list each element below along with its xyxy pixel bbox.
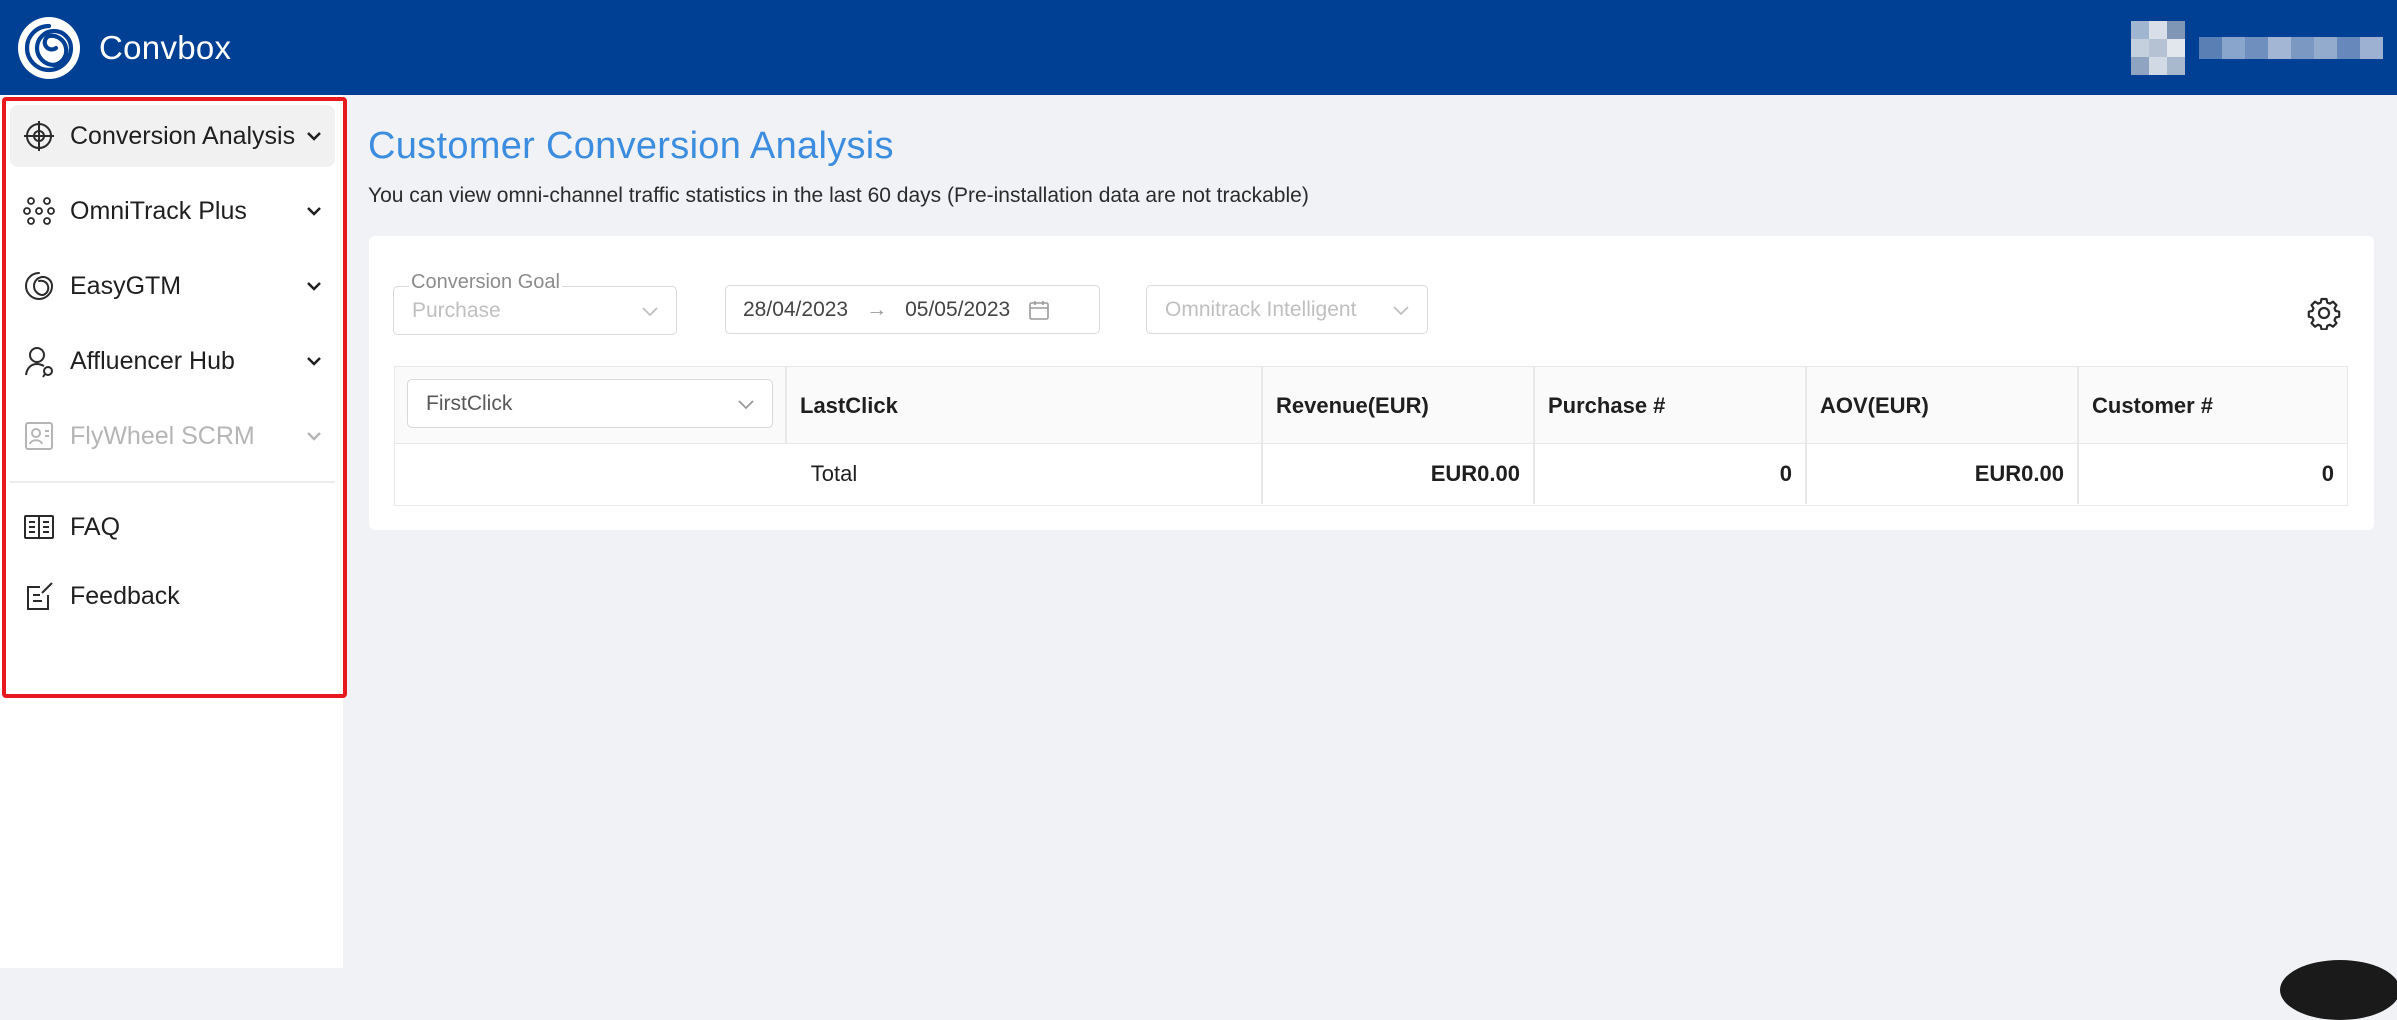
total-revenue: EUR0.00: [1430, 461, 1520, 486]
contact-card-icon: [25, 422, 53, 450]
user-name-blurred: [2199, 36, 2383, 59]
sidebar-item-label: Conversion Analysis: [70, 121, 296, 150]
date-start[interactable]: 28/04/2023: [743, 298, 848, 322]
sidebar-item-label: OmniTrack Plus: [70, 196, 247, 225]
chevron-down-icon: [642, 306, 658, 316]
sidebar-item-easygtm[interactable]: EasyGTM: [10, 255, 335, 317]
total-aov: EUR0.00: [1974, 461, 2064, 486]
book-icon: [24, 515, 54, 539]
chevron-down-icon: [307, 207, 321, 216]
conversion-goal-value: Purchase: [412, 298, 501, 322]
table-header: FirstClick LastClick Revenue(EUR) Purcha…: [395, 367, 2347, 444]
conversion-goal-select[interactable]: Conversion Goal Purchase: [393, 271, 677, 335]
chevron-down-icon: [307, 357, 321, 366]
sidebar-divider: [10, 481, 335, 483]
sidebar-item-conversion-analysis[interactable]: Conversion Analysis: [10, 105, 335, 167]
nodes-icon: [23, 197, 55, 225]
first-click-select[interactable]: FirstClick: [407, 379, 773, 428]
user-menu[interactable]: [2131, 20, 2383, 75]
influencer-icon: [25, 347, 53, 378]
date-end[interactable]: 05/05/2023: [905, 298, 1010, 322]
page-title: Customer Conversion Analysis: [368, 125, 894, 167]
table-row-total: Total EUR0.00 0 EUR0.00 0: [395, 444, 2347, 504]
chevron-down-icon: [307, 282, 321, 291]
column-header-lastclick: LastClick: [800, 392, 898, 418]
page-description: You can view omni-channel traffic statis…: [368, 184, 1309, 207]
date-range-arrow: →: [866, 297, 888, 321]
conversion-goal-label: Conversion Goal: [409, 271, 562, 294]
sidebar-item-affluencer-hub[interactable]: Affluencer Hub: [10, 330, 335, 392]
chat-launcher-button[interactable]: [2280, 960, 2397, 1020]
sidebar: Conversion Analysis OmniTrack Plus EasyG…: [0, 95, 347, 968]
sidebar-item-label: EasyGTM: [70, 271, 182, 300]
brand[interactable]: Convbox: [17, 16, 231, 80]
brand-name: Convbox: [99, 28, 232, 66]
total-label: Total: [810, 461, 858, 486]
chevron-down-icon: [307, 432, 321, 441]
sidebar-item-omnitrack-plus[interactable]: OmniTrack Plus: [10, 180, 335, 242]
feedback-icon: [27, 582, 53, 610]
target-icon: [24, 121, 54, 151]
chevron-down-icon: [738, 399, 754, 409]
spiral-icon: [25, 272, 54, 300]
sidebar-item-label: FlyWheel SCRM: [70, 421, 255, 450]
sidebar-link-feedback[interactable]: Feedback: [22, 571, 180, 621]
column-header-revenue: Revenue(EUR): [1276, 392, 1429, 418]
column-header-customers: Customer #: [2092, 392, 2214, 418]
column-header-purchases: Purchase #: [1548, 392, 1666, 418]
total-customers: 0: [2321, 461, 2334, 486]
chevron-down-icon: [1393, 305, 1409, 315]
date-range-picker[interactable]: 28/04/2023 → 05/05/2023: [725, 285, 1100, 334]
first-click-value: FirstClick: [426, 391, 513, 415]
sidebar-link-label: Feedback: [70, 581, 180, 610]
calendar-icon: [1029, 300, 1050, 320]
conversion-table: FirstClick LastClick Revenue(EUR) Purcha…: [394, 366, 2348, 506]
convbox-logo-icon: [18, 16, 80, 79]
sidebar-item-label: Affluencer Hub: [70, 346, 235, 375]
sidebar-item-flywheel-scrm[interactable]: FlyWheel SCRM: [10, 405, 335, 467]
avatar[interactable]: [2131, 20, 2185, 75]
settings-gear-icon[interactable]: [2307, 296, 2341, 330]
column-header-aov: AOV(EUR): [1820, 392, 1929, 418]
attribution-model-value: Omnitrack Intelligent: [1165, 297, 1357, 321]
attribution-model-select[interactable]: Omnitrack Intelligent: [1146, 285, 1428, 334]
sidebar-link-label: FAQ: [70, 512, 121, 541]
top-header: Convbox: [0, 0, 2397, 95]
analysis-card: Conversion Goal Purchase 28/04/2023 → 05…: [369, 236, 2374, 530]
total-purchases: 0: [1779, 461, 1792, 486]
sidebar-link-faq[interactable]: FAQ: [22, 502, 120, 552]
chevron-down-icon: [307, 132, 321, 141]
